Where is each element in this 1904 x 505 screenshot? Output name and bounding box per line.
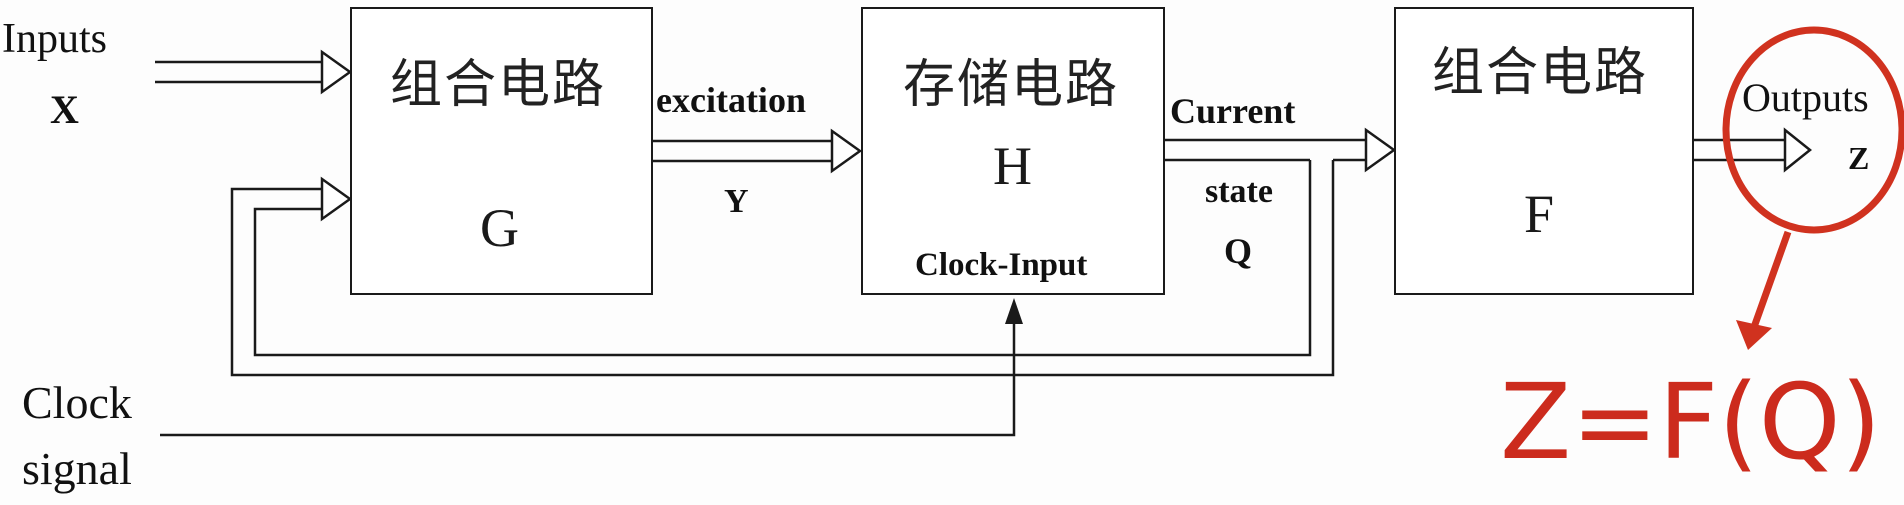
- label-x: X: [50, 87, 79, 132]
- block-h-title: 存储电路: [903, 55, 1120, 115]
- feedback-arrowhead: [320, 176, 353, 222]
- excitation-arrowhead: [830, 128, 863, 174]
- block-h: 存储电路 H Clock-Input: [861, 7, 1165, 295]
- label-outputs: Outputs: [1742, 75, 1869, 120]
- label-y: Y: [724, 183, 749, 220]
- annotation-arrow-line: [1749, 230, 1792, 332]
- block-f: 组合电路 F: [1394, 7, 1694, 295]
- output-arrowhead: [1783, 127, 1813, 173]
- block-g: 组合电路 G: [350, 7, 653, 295]
- label-q: Q: [1224, 231, 1253, 271]
- block-h-clock-input: Clock-Input: [915, 247, 1088, 283]
- input-arrowhead: [320, 49, 353, 95]
- label-z: Z: [1848, 140, 1870, 176]
- label-inputs: Inputs: [2, 16, 107, 62]
- block-h-letter: H: [993, 136, 1032, 196]
- label-signal: signal: [22, 443, 132, 494]
- clock-line: [160, 320, 1016, 437]
- block-f-title: 组合电路: [1432, 43, 1649, 103]
- label-clock: Clock: [22, 377, 132, 428]
- block-f-letter: F: [1524, 184, 1555, 244]
- block-g-title: 组合电路: [390, 55, 607, 115]
- block-g-letter: G: [480, 198, 519, 258]
- annotation-formula: Z=F(Q): [1500, 361, 1882, 483]
- label-current: Current: [1170, 91, 1296, 131]
- label-state: state: [1205, 173, 1273, 210]
- clock-arrowhead: [1005, 298, 1023, 324]
- outputs-highlight-circle: [1722, 26, 1904, 234]
- state-arrowhead: [1364, 127, 1397, 173]
- annotation-arrowhead: [1736, 320, 1772, 350]
- label-excitation: excitation: [656, 80, 806, 120]
